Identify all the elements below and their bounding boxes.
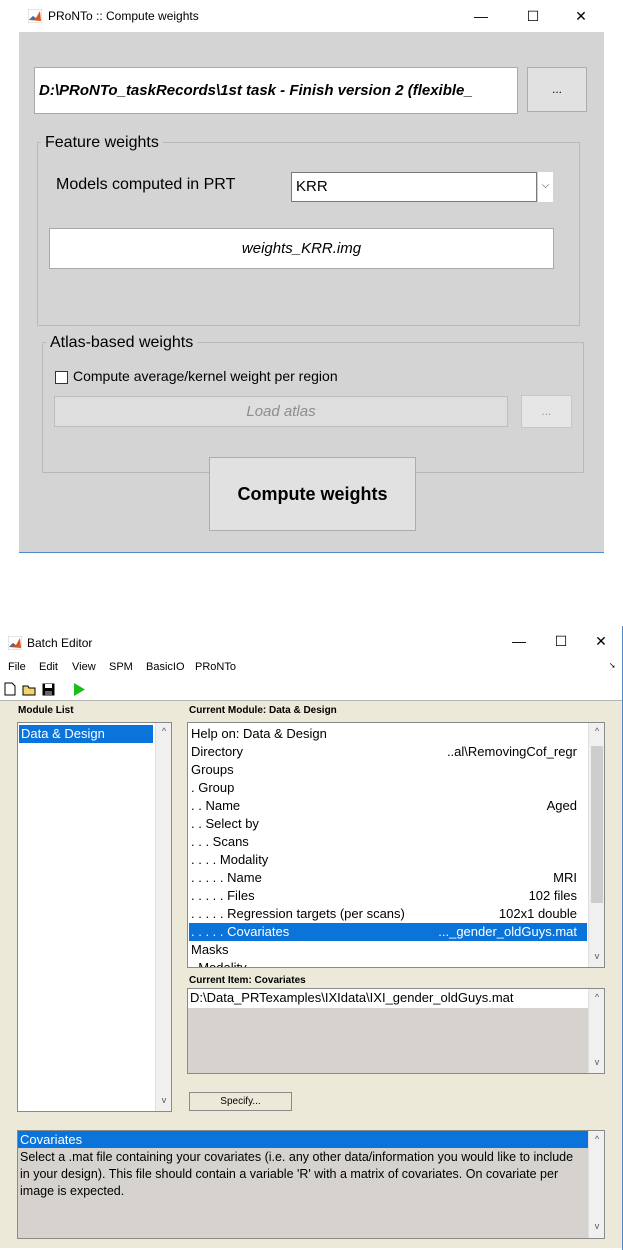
title-bar: PRoNTo :: Compute weights — ☐ ✕: [19, 0, 604, 32]
browse-path-button[interactable]: ...: [527, 67, 587, 112]
module-item-label: . . . . . Regression targets (per scans): [191, 906, 405, 921]
current-module-list[interactable]: Help on: Data & Design Directory ..al\Remo…: [187, 722, 605, 968]
module-item-row[interactable]: . . Name Aged: [189, 797, 587, 815]
list-item[interactable]: Data & Design: [19, 725, 153, 743]
module-list-label: Module List: [18, 705, 74, 716]
load-atlas-button[interactable]: Load atlas: [54, 396, 508, 427]
current-module-label: Current Module: Data & Design: [189, 705, 337, 716]
menu-pronto[interactable]: PRoNTo: [195, 661, 236, 673]
chevron-down-icon[interactable]: ⌵: [537, 172, 553, 202]
run-icon[interactable]: [73, 682, 86, 700]
module-item-label: . . . . . Name: [191, 870, 262, 885]
module-item-label: . . . Scans: [191, 834, 249, 849]
module-item-row[interactable]: . . . . . Covariates ..._gender_oldGuys.m…: [189, 923, 587, 941]
module-list-scrollbar[interactable]: ^ v: [155, 723, 171, 1111]
model-select[interactable]: KRR: [291, 172, 537, 202]
specify-button[interactable]: Specify...: [189, 1092, 292, 1111]
module-item-label: . . Select by: [191, 816, 259, 831]
matlab-logo-icon: [7, 635, 23, 655]
results-path-field[interactable]: D:\PRoNTo_taskRecords\1st task - Finish …: [34, 67, 518, 114]
module-item-row[interactable]: Directory ..al\RemovingCof_regr: [189, 743, 587, 761]
feature-weights-title: Feature weights: [41, 134, 163, 152]
chevron-down-icon[interactable]: v: [589, 951, 604, 961]
matlab-logo-icon: [27, 8, 43, 28]
module-item-label: . . . . . Covariates: [191, 924, 290, 939]
help-panel: Covariates Select a .mat file containing…: [17, 1130, 605, 1239]
browse-atlas-button[interactable]: ...: [521, 395, 572, 428]
maximize-button[interactable]: ☐: [510, 0, 556, 32]
module-item-row[interactable]: . . . . . Regression targets (per scans)…: [189, 905, 587, 923]
chevron-up-icon[interactable]: ^: [589, 992, 605, 1002]
scrollbar-thumb[interactable]: [591, 746, 603, 903]
compute-average-label: Compute average/kernel weight per region: [73, 368, 338, 384]
module-item-label: . . . . Modality: [191, 852, 269, 867]
module-item-value: MRI: [553, 870, 577, 885]
module-item-row[interactable]: . . Select by: [189, 815, 587, 833]
chevron-up-icon[interactable]: ^: [156, 726, 172, 736]
models-label: Models computed in PRT: [56, 176, 236, 193]
new-file-icon[interactable]: [4, 682, 16, 699]
save-icon[interactable]: [42, 683, 55, 699]
module-item-value: 102x1 double: [498, 906, 577, 921]
module-item-row[interactable]: Help on: Data & Design: [189, 725, 587, 743]
module-item-label: Masks: [191, 942, 229, 957]
help-text: Select a .mat file containing your covar…: [20, 1150, 574, 1198]
module-item-row[interactable]: . . . . . Name MRI: [189, 869, 587, 887]
chevron-down-icon[interactable]: v: [589, 1057, 605, 1067]
compute-weights-button[interactable]: Compute weights: [209, 457, 416, 531]
current-item-box[interactable]: D:\Data_PRTexamples\IXIdata\IXI_gender_o…: [187, 988, 605, 1074]
close-button[interactable]: ✕: [558, 0, 604, 32]
module-item-label: . . Name: [191, 798, 241, 813]
module-item-row[interactable]: Masks: [189, 941, 587, 959]
chevron-down-icon[interactable]: v: [156, 1095, 172, 1105]
weights-filename-field[interactable]: weights_KRR.img: [49, 228, 554, 269]
menu-edit[interactable]: Edit: [39, 661, 58, 673]
module-item-value: 102 files: [528, 888, 577, 903]
chevron-down-icon[interactable]: v: [589, 1221, 604, 1231]
minimize-button[interactable]: —: [458, 0, 504, 32]
module-item-row[interactable]: . . . Scans: [189, 833, 587, 851]
module-item-label: . Group: [191, 780, 235, 795]
module-item-row[interactable]: Groups: [189, 761, 587, 779]
module-item-row[interactable]: . Modality: [189, 959, 587, 968]
minimize-button[interactable]: —: [496, 626, 542, 656]
menu-spm[interactable]: SPM: [109, 661, 133, 673]
atlas-weights-title: Atlas-based weights: [46, 334, 198, 352]
menu-file[interactable]: File: [8, 661, 26, 673]
module-list[interactable]: Data & Design ^ v: [17, 722, 172, 1112]
module-item-label: Groups: [191, 762, 234, 777]
chevron-up-icon[interactable]: ^: [589, 1134, 604, 1144]
module-item-label: Help on: Data & Design: [191, 726, 327, 741]
current-module-scrollbar[interactable]: ^ v: [588, 723, 604, 967]
menu-view[interactable]: View: [72, 661, 96, 673]
current-item-scrollbar[interactable]: ^ v: [588, 989, 604, 1073]
module-item-label: . . . . . Files: [191, 888, 255, 903]
help-title: Covariates: [18, 1131, 588, 1148]
help-scrollbar[interactable]: ^ v: [588, 1131, 604, 1238]
module-item-value: ..al\RemovingCof_regr: [446, 744, 577, 759]
module-item-value: Aged: [546, 798, 577, 813]
window-title: PRoNTo :: Compute weights: [48, 9, 199, 23]
module-item-row[interactable]: . . . . Modality: [189, 851, 587, 869]
compute-average-checkbox[interactable]: [55, 371, 68, 384]
current-item-label: Current Item: Covariates: [189, 975, 306, 986]
open-folder-icon[interactable]: [22, 683, 37, 699]
window-client-area: D:\PRoNTo_taskRecords\1st task - Finish …: [19, 32, 604, 552]
module-item-row[interactable]: . . . . . Files 102 files: [189, 887, 587, 905]
chevron-up-icon[interactable]: ^: [589, 726, 604, 736]
compute-weights-window: PRoNTo :: Compute weights — ☐ ✕ D:\PRoNT…: [19, 0, 604, 553]
module-item-label: . Modality: [191, 960, 247, 968]
module-item-value: ..._gender_oldGuys.mat: [438, 924, 577, 939]
module-item-row[interactable]: . Group: [189, 779, 587, 797]
menu-basicio[interactable]: BasicIO: [146, 661, 185, 673]
current-item-value[interactable]: D:\Data_PRTexamples\IXIdata\IXI_gender_o…: [188, 989, 588, 1008]
menu-overflow-icon[interactable]: ➘: [609, 661, 616, 670]
close-button[interactable]: ✕: [578, 626, 623, 656]
window-title: Batch Editor: [27, 636, 93, 650]
module-item-label: Directory: [191, 744, 244, 759]
